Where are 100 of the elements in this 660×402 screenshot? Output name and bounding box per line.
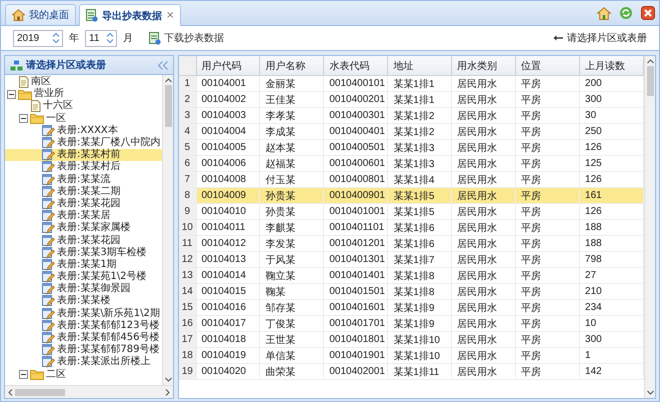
column-header[interactable]: 用户代码 bbox=[196, 56, 260, 76]
scroll-down-icon[interactable] bbox=[646, 390, 654, 395]
row-number: 2 bbox=[179, 92, 196, 108]
scroll-up-icon[interactable] bbox=[164, 78, 172, 83]
table-cell: 0010400601 bbox=[324, 156, 388, 172]
table-cell: 某某1排9 bbox=[388, 300, 452, 316]
table-row[interactable]: 19 00104020 曲荣某 0010402001 某某1排11 居民用水 平房 142 bbox=[179, 364, 644, 380]
scroll-thumb[interactable] bbox=[646, 66, 654, 96]
collapse-icon[interactable] bbox=[19, 114, 28, 124]
table-cell: 居民用水 bbox=[452, 140, 516, 156]
tree-item[interactable]: 表册:某某御景园 bbox=[5, 283, 162, 296]
month-spinner[interactable]: 11 bbox=[85, 30, 117, 46]
table-row[interactable]: 15 00104016 邹存某 0010401601 某某1排9 居民用水 平房 234 bbox=[179, 300, 644, 316]
close-icon[interactable] bbox=[641, 6, 655, 20]
horizontal-scrollbar[interactable] bbox=[5, 385, 173, 398]
tree-item[interactable]: 表册:某某家属楼 bbox=[5, 222, 162, 234]
vertical-scrollbar[interactable] bbox=[162, 75, 173, 385]
table-cell: 00104009 bbox=[196, 188, 260, 204]
tab[interactable]: 导出抄表数据 × bbox=[79, 4, 182, 26]
table-row[interactable]: 5 00104005 赵本某 0010400501 某某1排3 居民用水 平房 126 bbox=[179, 140, 644, 156]
spreadsheet-icon bbox=[149, 32, 161, 44]
table-row[interactable]: 6 00104006 赵福某 0010400601 某某1排3 居民用水 平房 125 bbox=[179, 156, 644, 172]
home-icon[interactable] bbox=[597, 6, 611, 20]
tree-item[interactable]: 表册:某某居 bbox=[5, 210, 162, 222]
table-cell: 0010401201 bbox=[324, 236, 388, 252]
column-header[interactable]: 用户名称 bbox=[260, 56, 324, 76]
table-cell: 某某1排5 bbox=[388, 204, 452, 220]
tree-item[interactable]: 一区 bbox=[5, 112, 162, 125]
tree-item[interactable]: 表册:某某郁郁123号楼 bbox=[5, 320, 162, 332]
tree-item[interactable]: 表册:某某花园 bbox=[5, 234, 162, 247]
download-button[interactable]: 下载抄表数据 bbox=[145, 29, 228, 47]
tree-item[interactable]: 表册:某某流 bbox=[5, 174, 162, 186]
tree-item[interactable]: 表册:某某村后 bbox=[5, 161, 162, 174]
table-row[interactable]: 10 00104011 李麒某 0010401101 某某1排6 居民用水 平房 188 bbox=[179, 220, 644, 236]
tree-item[interactable]: 表册:某某楼 bbox=[5, 295, 162, 308]
table-cell: 798 bbox=[580, 252, 644, 268]
table-cell: 某某1排2 bbox=[388, 108, 452, 124]
column-header[interactable]: 用水类别 bbox=[452, 56, 516, 76]
tab[interactable]: 我的桌面 bbox=[5, 4, 76, 25]
tree-item[interactable]: 二区 bbox=[5, 368, 162, 381]
table-row[interactable]: 18 00104019 单信某 0010401901 某某1排10 居民用水 平房 1 bbox=[179, 348, 644, 364]
table-cell: 00104003 bbox=[196, 108, 260, 124]
table-cell: 0010402001 bbox=[324, 364, 388, 380]
table-row[interactable]: 16 00104017 丁俊某 0010401701 某某1排9 居民用水 平房 10 bbox=[179, 316, 644, 332]
tree-item[interactable]: 营业所 bbox=[5, 88, 162, 100]
tree-item[interactable]: 表册:某某郁郁789号楼 bbox=[5, 344, 162, 356]
tree-item[interactable]: 表册:某某村前 bbox=[5, 149, 162, 162]
tree-item[interactable]: 十六区 bbox=[5, 100, 162, 113]
spreadsheet-icon bbox=[86, 9, 98, 22]
table-cell: 平房 bbox=[516, 108, 580, 124]
table-row[interactable]: 11 00104012 李发某 0010401201 某某1排6 居民用水 平房 188 bbox=[179, 236, 644, 252]
row-number: 15 bbox=[179, 300, 196, 316]
table-cell: 李孝某 bbox=[260, 108, 324, 124]
collapse-icon[interactable] bbox=[19, 370, 28, 380]
table-cell: 平房 bbox=[516, 236, 580, 252]
row-number: 6 bbox=[179, 156, 196, 172]
table-cell: 孙贵某 bbox=[260, 188, 324, 204]
table-row[interactable]: 1 00104001 金丽某 0010400101 某某1排1 居民用水 平房 200 bbox=[179, 76, 644, 92]
scroll-right-icon[interactable] bbox=[165, 388, 170, 396]
scroll-left-icon[interactable] bbox=[8, 388, 13, 396]
table-row[interactable]: 9 00104010 孙贵某 0010401001 某某1排5 居民用水 平房 126 bbox=[179, 204, 644, 220]
refresh-icon[interactable] bbox=[619, 6, 633, 20]
table-cell: 赵福某 bbox=[260, 156, 324, 172]
tree-item[interactable]: 表册:某某郁郁456号楼 bbox=[5, 332, 162, 344]
table-row[interactable]: 17 00104018 王世某 0010401801 某某1排10 居民用水 平房 300 bbox=[179, 332, 644, 348]
tree-item[interactable]: 南区 bbox=[5, 76, 162, 88]
column-header[interactable]: 位置 bbox=[516, 56, 580, 76]
tree-item[interactable]: 表册:某某花园 bbox=[5, 198, 162, 210]
table-row[interactable]: 4 00104004 李成某 0010400401 某某1排2 居民用水 平房 250 bbox=[179, 124, 644, 140]
tree-item[interactable]: 表册:某某苑1\2号楼 bbox=[5, 271, 162, 284]
close-tab-button[interactable]: × bbox=[166, 10, 174, 21]
table-row[interactable]: 2 00104002 王佳某 0010400201 某某1排1 居民用水 平房 300 bbox=[179, 92, 644, 108]
tree-item[interactable]: 表册:某某1期 bbox=[5, 258, 162, 271]
vertical-scrollbar[interactable] bbox=[644, 56, 655, 398]
year-spinner[interactable]: 2019 bbox=[13, 30, 63, 46]
scroll-up-icon[interactable] bbox=[646, 59, 654, 64]
scroll-thumb[interactable] bbox=[15, 388, 65, 396]
tree-item[interactable]: 表册:某某3期车检楼 bbox=[5, 246, 162, 259]
table-row[interactable]: 12 00104013 于风某 0010401301 某某1排7 居民用水 平房 798 bbox=[179, 252, 644, 268]
column-header[interactable]: 地址 bbox=[388, 56, 452, 76]
collapse-icon[interactable] bbox=[7, 90, 16, 99]
scroll-thumb[interactable] bbox=[164, 85, 172, 127]
table-row[interactable]: 13 00104014 鞠立某 0010401401 某某1排8 居民用水 平房 27 bbox=[179, 268, 644, 284]
book-icon bbox=[42, 149, 55, 162]
book-icon bbox=[42, 246, 55, 259]
tree-item[interactable]: 表册:某某\新乐苑1\2期 bbox=[5, 308, 162, 320]
table-cell: 00104013 bbox=[196, 252, 260, 268]
tree-item[interactable]: 表册:某某厂楼八中院内 bbox=[5, 136, 162, 150]
tree-item[interactable]: 表册:某某二期 bbox=[5, 186, 162, 198]
tree-item[interactable]: 表册:XXXX本 bbox=[5, 124, 162, 137]
table-row[interactable]: 8 00104009 孙贵某 0010400901 某某1排5 居民用水 平房 161 bbox=[179, 188, 644, 204]
scroll-down-icon[interactable] bbox=[164, 377, 172, 382]
column-header[interactable]: 上月读数 bbox=[580, 56, 644, 76]
folder-icon bbox=[18, 88, 32, 100]
column-header[interactable]: 水表代码 bbox=[324, 56, 388, 76]
table-row[interactable]: 3 00104003 李孝某 0010400301 某某1排2 居民用水 平房 30 bbox=[179, 108, 644, 124]
table-cell: 0010401801 bbox=[324, 332, 388, 348]
tree-item[interactable]: 表册:某某派出所楼上 bbox=[5, 356, 162, 368]
table-row[interactable]: 14 00104015 鞠某 0010401501 某某1排8 居民用水 平房 210 bbox=[179, 284, 644, 300]
table-cell: 某某1排6 bbox=[388, 220, 452, 236]
